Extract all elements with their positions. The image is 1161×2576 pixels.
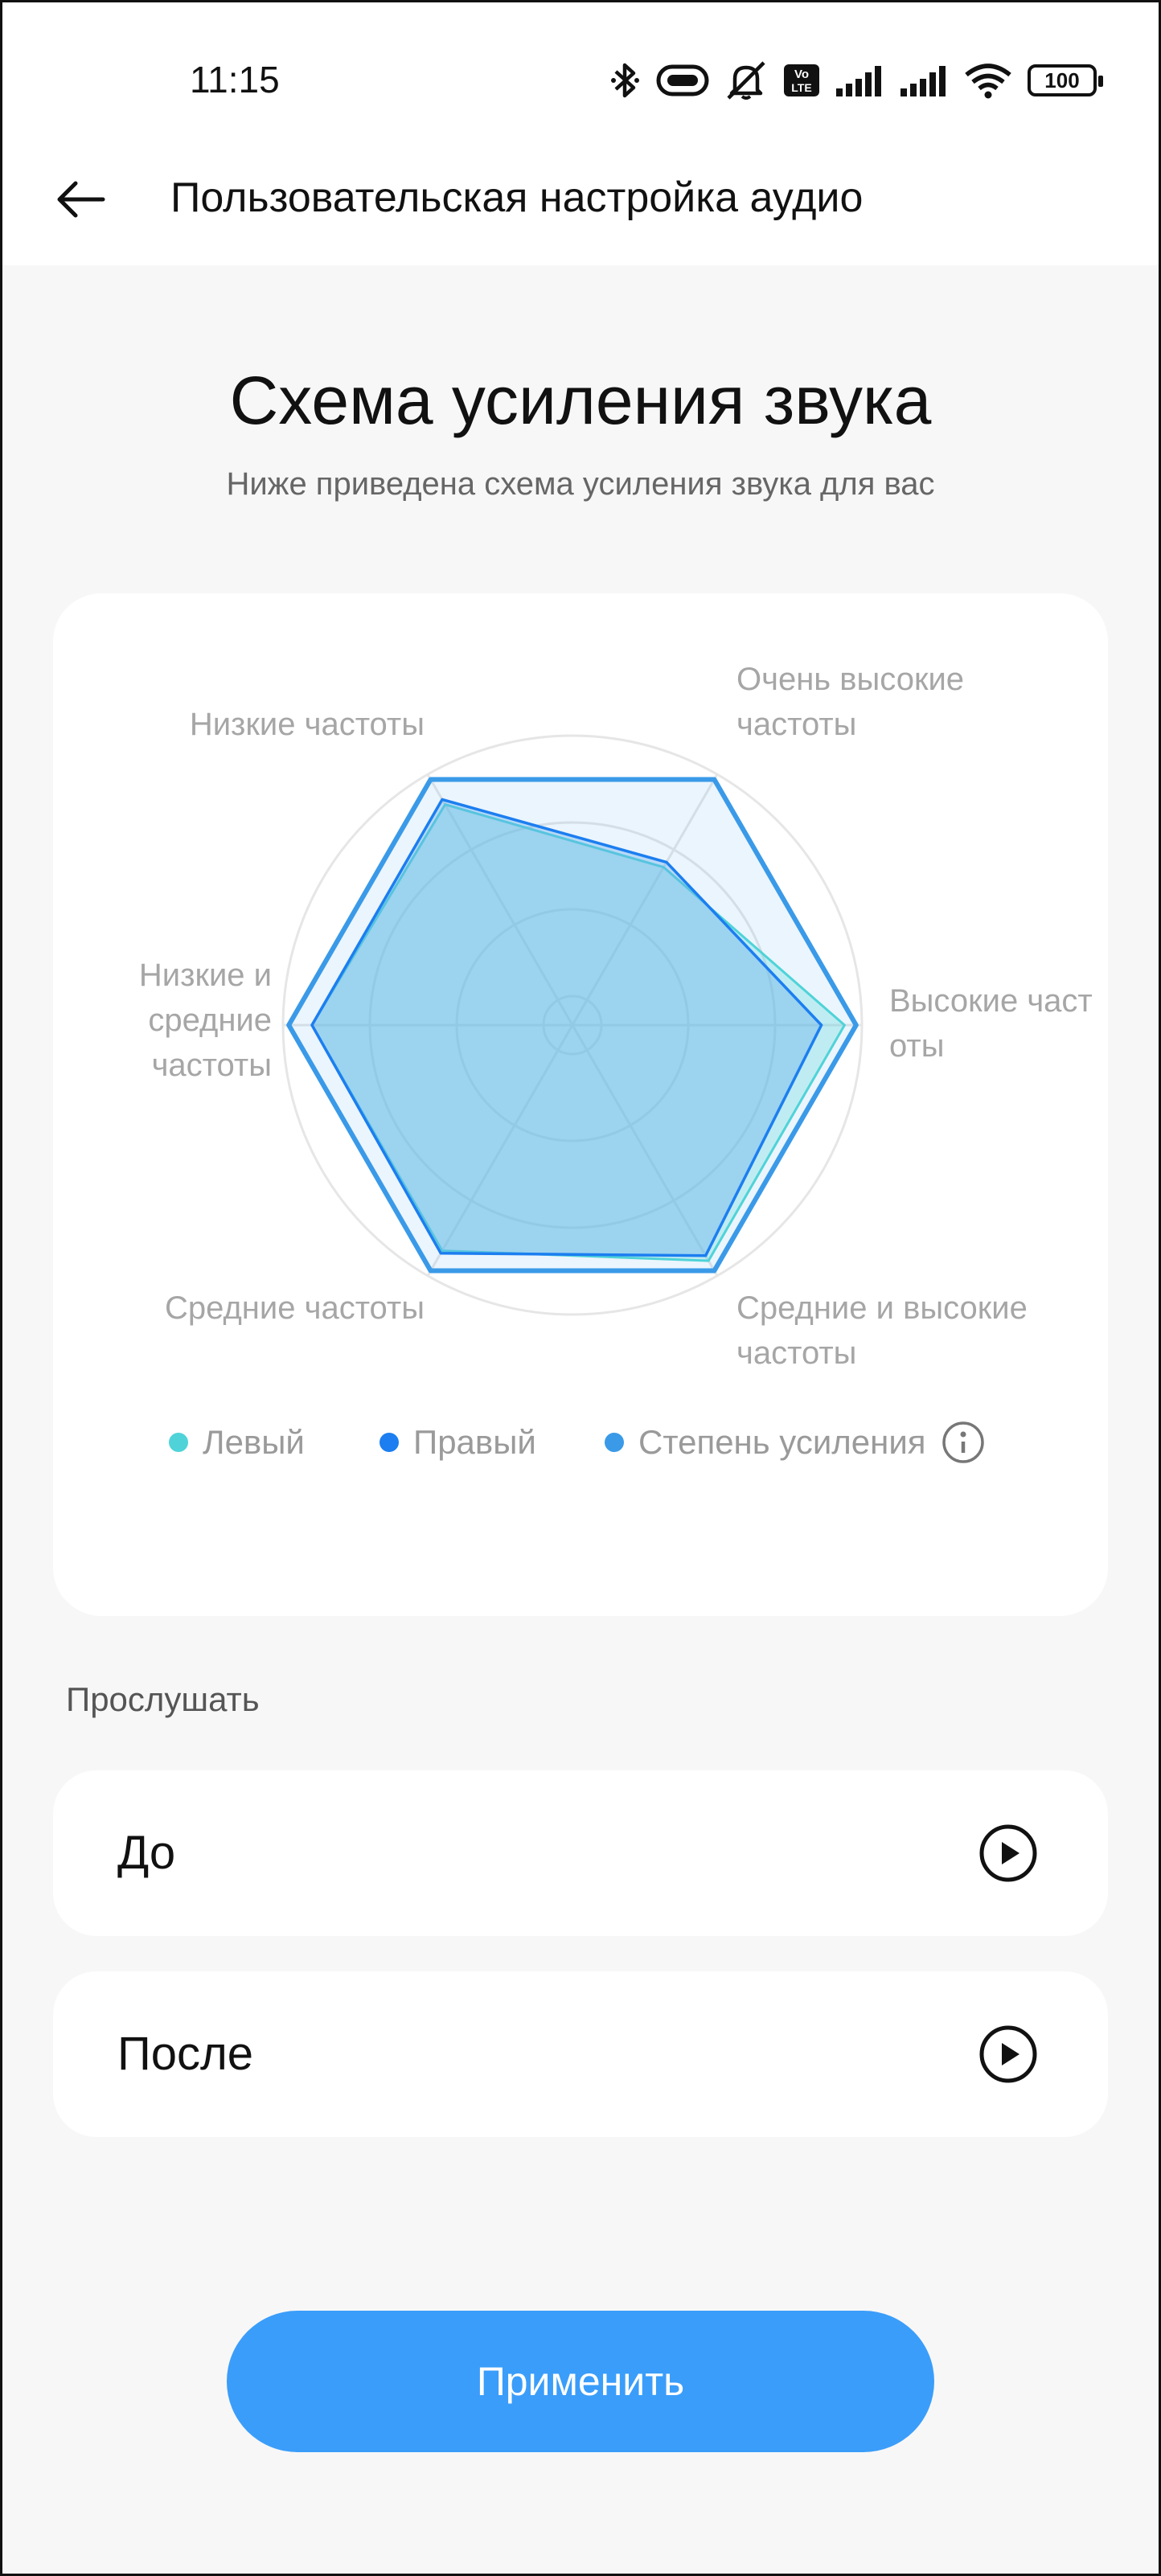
apply-button[interactable]: Применить xyxy=(227,2311,934,2452)
bluetooth-icon xyxy=(611,63,639,98)
axis-label-line: средние xyxy=(148,1003,272,1038)
before-label: До xyxy=(117,1827,176,1879)
axis-label-line: Очень высокие xyxy=(736,662,964,697)
axis-label: Высокие част оты xyxy=(889,983,1093,1064)
signal-icon xyxy=(900,66,946,96)
axis-label-line: Средние и высокие xyxy=(736,1290,1028,1326)
signal-icon xyxy=(836,66,881,96)
legend-label: Правый xyxy=(413,1423,536,1461)
axis-label: Низкие и средние частоты xyxy=(139,958,272,1083)
info-icon-dot xyxy=(960,1431,966,1438)
legend-label: Степень усиления xyxy=(638,1423,926,1461)
listen-after-row[interactable]: После xyxy=(53,1971,1108,2137)
play-icon[interactable] xyxy=(978,2024,1039,2085)
mute-icon xyxy=(727,61,765,100)
axis-label: Низкие частоты xyxy=(190,707,425,742)
axis-label: Очень высокие частоты xyxy=(736,662,964,742)
listen-before-row[interactable]: До xyxy=(53,1770,1108,1936)
volte-icon: Vo LTE xyxy=(784,64,819,96)
status-icons: Vo LTE 100 xyxy=(609,58,1103,103)
axis-label-line: Низкие и xyxy=(139,958,272,993)
play-icon[interactable] xyxy=(978,1823,1039,1884)
back-button[interactable] xyxy=(48,167,113,232)
axis-label-line: Низкие частоты xyxy=(190,707,425,742)
axis-label-line: частоты xyxy=(736,1335,856,1371)
axis-label: Средние частоты xyxy=(165,1290,425,1326)
legend-dot xyxy=(169,1433,188,1452)
axis-label: Средние и высокие частоты xyxy=(736,1290,1028,1371)
listen-label: Прослушать xyxy=(66,1680,260,1718)
svg-text:LTE: LTE xyxy=(791,81,811,94)
after-label: После xyxy=(117,2028,254,2080)
battery-icon: 100 xyxy=(1028,64,1103,96)
link-icon xyxy=(656,64,709,96)
axis-label-line: Средние частоты xyxy=(165,1290,425,1326)
section-title: Схема усиления звука xyxy=(229,363,932,438)
status-bar: 11:15 Vo LTE 100 xyxy=(0,0,1161,153)
arrow-left-icon xyxy=(57,181,105,218)
legend-dot xyxy=(605,1433,624,1452)
app-header: Пользовательская настройка аудио xyxy=(0,137,1161,265)
axis-label-line: частоты xyxy=(152,1048,272,1083)
section-subtitle: Ниже приведена схема усиления звука для … xyxy=(226,466,935,502)
axis-label-line: Высокие част xyxy=(889,983,1093,1019)
axis-label-line: частоты xyxy=(736,707,856,742)
radar-chart: Очень высокие частоты Высокие част оты Средн… xyxy=(139,662,1093,1463)
radar-chart-card: Очень высокие частоты Высокие част оты Средн… xyxy=(53,593,1108,1616)
page-title: Пользовательская настройка аудио xyxy=(170,174,864,221)
axis-label-line: оты xyxy=(889,1028,944,1064)
legend-dot xyxy=(379,1433,399,1452)
svg-text:Vo: Vo xyxy=(794,68,809,81)
status-time: 11:15 xyxy=(190,59,280,100)
legend-label: Левый xyxy=(203,1423,305,1461)
wifi-icon xyxy=(965,64,1011,99)
